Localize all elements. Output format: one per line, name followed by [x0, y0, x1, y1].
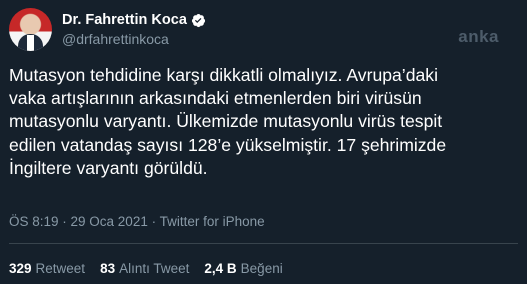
author-display-name[interactable]: Dr. Fahrettin Koca — [62, 12, 187, 28]
retweet-label: Retweet — [35, 261, 86, 276]
author-avatar[interactable] — [9, 8, 52, 51]
quote-tweet-label: Alıntı Tweet — [119, 261, 190, 276]
like-count: 2,4 B — [204, 261, 237, 276]
engagement-stats: 329 Retweet 83 Alıntı Tweet 2,4 B Beğeni — [9, 261, 283, 276]
author-handle[interactable]: @drfahrettinkoca — [62, 31, 169, 47]
avatar-shirt — [27, 35, 34, 51]
like-stat[interactable]: 2,4 B Beğeni — [204, 261, 282, 276]
quote-tweet-count: 83 — [100, 261, 116, 276]
like-label: Beğeni — [240, 261, 283, 276]
tweet-text: Mutasyon tehdidine karşı dikkatli olmalı… — [9, 65, 447, 178]
tweet-card: Dr. Fahrettin Koca @drfahrettinkoca anka… — [0, 0, 527, 284]
quote-tweet-stat[interactable]: 83 Alıntı Tweet — [100, 261, 189, 276]
retweet-stat[interactable]: 329 Retweet — [9, 261, 85, 276]
stats-divider — [9, 243, 518, 244]
verified-badge-icon — [191, 13, 206, 28]
author-name-row: Dr. Fahrettin Koca — [62, 12, 206, 28]
tweet-timestamp-source[interactable]: ÖS 8:19 · 29 Oca 2021 · Twitter for iPho… — [9, 214, 265, 229]
retweet-count: 329 — [9, 261, 32, 276]
news-agency-watermark: anka — [458, 27, 499, 46]
